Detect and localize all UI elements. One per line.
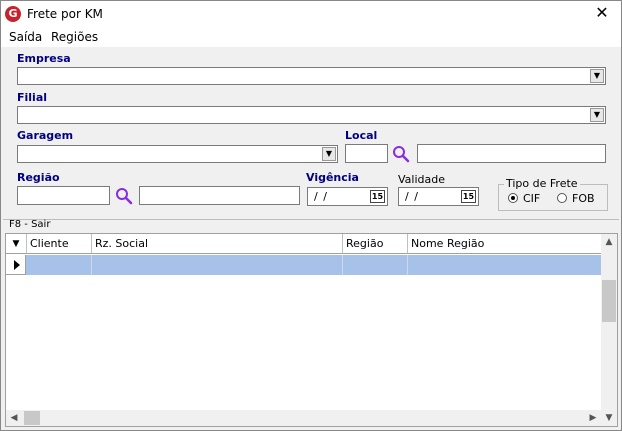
scroll-down-icon[interactable]: ▼ [601,410,617,426]
vertical-scroll-thumb[interactable] [602,280,616,322]
regiao-description-input[interactable] [139,186,300,205]
regiao-code-input[interactable] [17,186,110,205]
cell-cliente[interactable] [26,255,92,275]
column-header-regiao[interactable]: Região [343,234,408,254]
magnifier-icon[interactable] [392,145,410,163]
magnifier-icon[interactable] [115,187,133,205]
garagem-label: Garagem [17,129,74,142]
local-code-input[interactable] [345,144,388,163]
garagem-combo[interactable]: ▼ [17,145,338,163]
title-bar: G Frete por KM ✕ [1,1,621,27]
current-row-arrow-icon [14,260,20,270]
column-header-nome-regiao[interactable]: Nome Região [408,234,602,254]
table-row[interactable] [6,255,602,275]
cif-radio[interactable] [508,193,518,203]
cif-label: CIF [523,192,541,205]
filial-combo[interactable]: ▼ [17,106,606,124]
menu-bar: Saída Regiões [1,27,621,47]
chevron-down-icon[interactable]: ▼ [590,69,604,83]
horizontal-scroll-thumb[interactable] [24,411,40,425]
calendar-icon[interactable]: 15 [461,190,476,203]
empresa-label: Empresa [17,52,71,65]
local-description-input[interactable] [417,144,606,163]
validade-value: / / [405,190,419,203]
scroll-up-icon[interactable]: ▲ [601,234,617,250]
divider [3,219,619,220]
fob-radio[interactable] [557,193,567,203]
window-title: Frete por KM [27,7,103,21]
data-grid[interactable]: ▼ Cliente Rz. Social Região Nome Região … [5,233,618,427]
local-label: Local [345,129,378,142]
horizontal-scrollbar[interactable]: ◀ ▶ [6,410,601,426]
chevron-down-icon[interactable]: ▼ [322,147,336,161]
vigencia-value: / / [314,190,328,203]
cell-nome-regiao[interactable] [408,255,602,275]
scroll-left-icon[interactable]: ◀ [6,410,22,426]
main-window: G Frete por KM ✕ Saída Regiões Empresa ▼… [0,0,622,431]
vigencia-label: Vigência [306,171,359,184]
shortcut-hint: F8 - Sair [9,219,51,230]
validade-date-input[interactable]: / / 15 [398,187,479,206]
fob-label: FOB [572,192,595,205]
vigencia-date-input[interactable]: / / 15 [307,187,388,206]
cell-rz-social[interactable] [92,255,343,275]
app-logo-icon: G [5,6,21,22]
validade-label: Validade [398,173,445,186]
empresa-combo[interactable]: ▼ [17,67,606,85]
vertical-scrollbar[interactable]: ▲ ▼ [601,234,617,426]
menu-saida[interactable]: Saída [9,30,42,44]
column-header-rz-social[interactable]: Rz. Social [92,234,343,254]
calendar-icon[interactable]: 15 [370,190,385,203]
row-indicator [6,255,26,275]
chevron-down-icon[interactable]: ▼ [590,108,604,122]
sort-dropdown-icon[interactable]: ▼ [6,234,27,254]
close-icon[interactable]: ✕ [591,4,613,22]
regiao-label: Região [17,171,60,184]
column-header-cliente[interactable]: Cliente [27,234,92,254]
scroll-right-icon[interactable]: ▶ [585,410,601,426]
menu-regioes[interactable]: Regiões [51,30,98,44]
filial-label: Filial [17,91,48,104]
tipo-frete-title: Tipo de Frete [504,177,580,190]
cell-regiao[interactable] [343,255,408,275]
